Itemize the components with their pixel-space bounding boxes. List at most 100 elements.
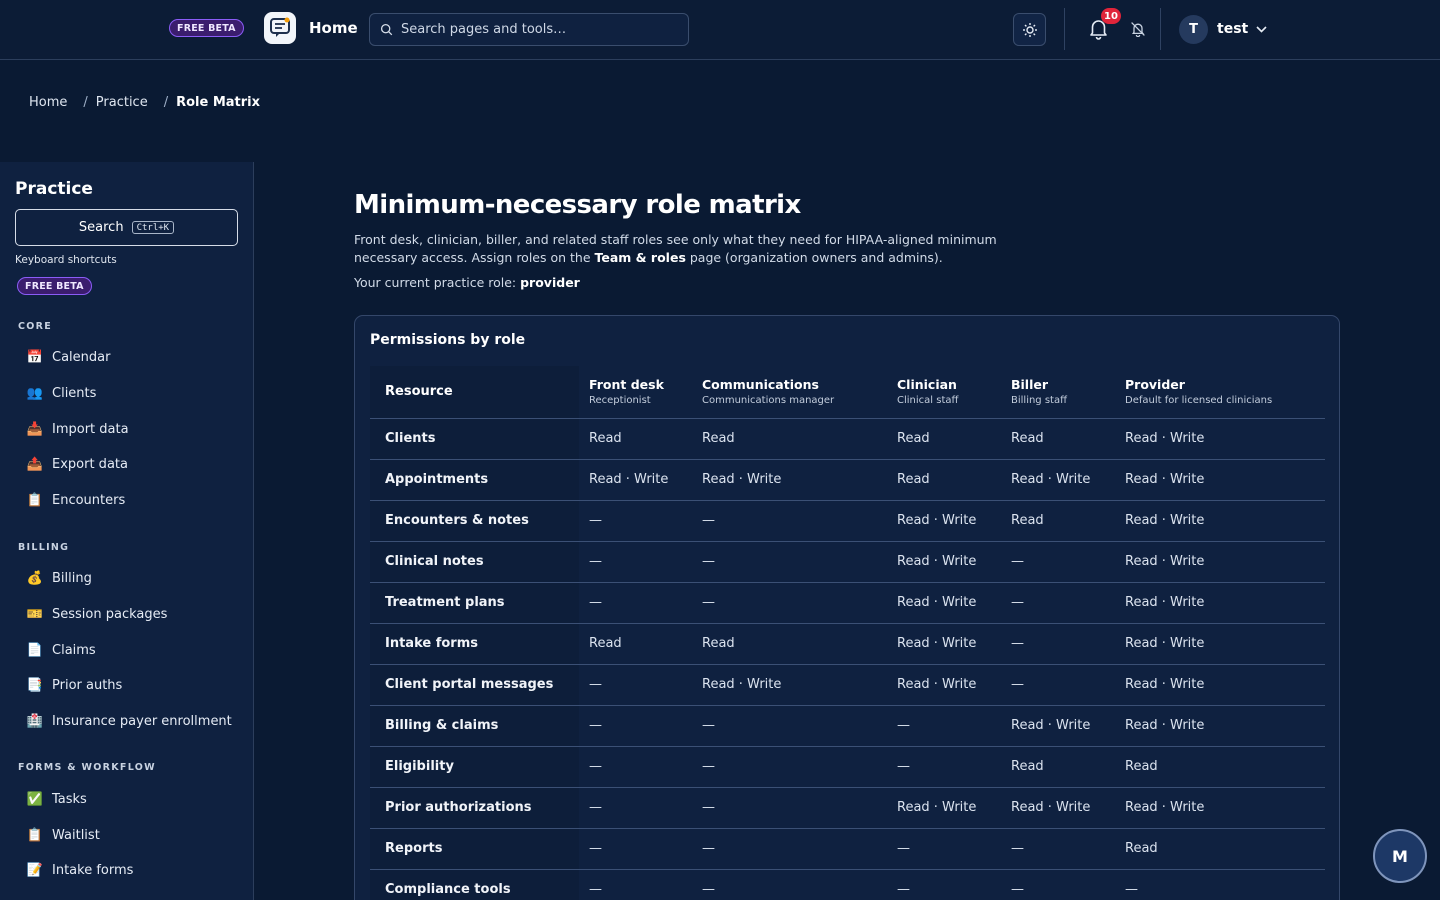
calendar-icon: 📅	[26, 349, 44, 365]
column-header-biller: Biller Billing staff	[1001, 366, 1115, 419]
sidebar-item-insurance-payer-enrollment[interactable]: 🏥 Insurance payer enrollment	[26, 710, 232, 732]
resource-cell: Encounters & notes	[370, 500, 579, 542]
breadcrumb-current: Role Matrix	[176, 95, 261, 110]
assistant-fab-button[interactable]: M	[1373, 829, 1427, 883]
permission-cell: —	[579, 746, 692, 788]
page-title: Minimum-necessary role matrix	[354, 190, 801, 220]
sidebar-item-calendar[interactable]: 📅 Calendar	[26, 346, 111, 368]
permission-cell: Read · Write	[1115, 623, 1325, 665]
sidebar-item-label: Clients	[52, 385, 97, 401]
permission-cell: Read	[887, 459, 1001, 501]
sidebar-section-billing: BILLING	[18, 542, 70, 553]
sidebar-item-clients[interactable]: 👥 Clients	[26, 382, 97, 404]
inbox-tray-icon: 📥	[26, 421, 44, 437]
permission-cell: —	[1001, 828, 1115, 870]
home-link[interactable]: Home	[309, 19, 358, 37]
permission-cell: Read · Write	[1115, 541, 1325, 583]
global-search[interactable]	[369, 13, 689, 46]
permission-cell: Read	[887, 418, 1001, 460]
search-input[interactable]	[401, 22, 671, 37]
permission-cell: Read · Write	[1001, 705, 1115, 747]
free-beta-badge: FREE BETA	[169, 19, 244, 37]
permission-cell: —	[887, 746, 1001, 788]
permission-cell: —	[692, 705, 887, 747]
sidebar-item-label: Import data	[52, 421, 129, 437]
column-subtitle: Communications manager	[702, 395, 835, 407]
permission-cell: —	[579, 582, 692, 624]
bookmark-tabs-icon: 📑	[26, 677, 44, 693]
sidebar-item-intake-forms[interactable]: 📝 Intake forms	[26, 859, 134, 881]
theme-toggle-button[interactable]	[1013, 13, 1046, 46]
resource-cell: Clinical notes	[370, 541, 579, 583]
sidebar-item-prior-auths[interactable]: 📑 Prior auths	[26, 674, 122, 696]
sidebar-item-encounters[interactable]: 📋 Encounters	[26, 489, 125, 511]
resource-cell: Billing & claims	[370, 705, 579, 747]
sidebar-item-session-packages[interactable]: 🎫 Session packages	[26, 603, 167, 625]
column-name: Clinician	[897, 377, 957, 393]
app-logo[interactable]	[264, 12, 296, 44]
permission-cell: —	[579, 541, 692, 583]
table-row: Clients Read Read Read Read Read · Write	[370, 418, 1325, 460]
sidebar-item-waitlist[interactable]: 📋 Waitlist	[26, 824, 100, 846]
breadcrumb-separator: /	[163, 95, 169, 110]
permission-cell: —	[692, 582, 887, 624]
column-header-clinician: Clinician Clinical staff	[887, 366, 1001, 419]
sidebar-section-core: CORE	[18, 321, 53, 332]
sun-icon	[1022, 22, 1037, 37]
table-header-row: Resource Front desk Receptionist Communic…	[370, 366, 1325, 419]
keyboard-shortcuts-link[interactable]: Keyboard shortcuts	[15, 254, 117, 266]
permission-cell: Read · Write	[887, 623, 1001, 665]
sidebar-item-billing[interactable]: 💰 Billing	[26, 567, 92, 589]
sidebar-search-button[interactable]: Search Ctrl+K	[15, 209, 238, 246]
keyboard-shortcut-hint: Ctrl+K	[131, 221, 175, 234]
chevron-down-icon	[1256, 25, 1267, 33]
table-row: Reports — — — — Read	[370, 828, 1325, 870]
sidebar-item-tasks[interactable]: ✅ Tasks	[26, 788, 87, 810]
permission-cell: Read · Write	[692, 664, 887, 706]
user-menu[interactable]: T test	[1179, 14, 1267, 44]
column-name: Communications	[702, 377, 819, 393]
user-name: test	[1217, 21, 1249, 37]
column-name: Biller	[1011, 377, 1049, 393]
permission-cell: Read · Write	[1115, 664, 1325, 706]
mute-notifications-button[interactable]	[1128, 19, 1148, 39]
sidebar-item-claims[interactable]: 📄 Claims	[26, 639, 96, 661]
table-row: Client portal messages — Read · Write Read …	[370, 664, 1325, 706]
sidebar-item-label: Tasks	[52, 791, 87, 807]
permission-cell: Read	[692, 418, 887, 460]
permission-cell: —	[887, 828, 1001, 870]
permission-cell: Read · Write	[1001, 459, 1115, 501]
column-subtitle: Default for licensed clinicians	[1125, 395, 1273, 407]
breadcrumb-home[interactable]: Home	[29, 95, 67, 110]
permission-cell: —	[579, 705, 692, 747]
sidebar-item-label: Claims	[52, 642, 96, 658]
sidebar-item-label: Intake forms	[52, 862, 134, 878]
permission-cell: Read	[1115, 828, 1325, 870]
column-header-communications: Communications Communications manager	[692, 366, 887, 419]
resource-cell: Appointments	[370, 459, 579, 501]
sidebar-item-import-data[interactable]: 📥 Import data	[26, 418, 129, 440]
permission-cell: —	[579, 828, 692, 870]
breadcrumb-separator: /	[83, 95, 88, 110]
table-row: Encounters & notes — — Read · Write Read Read…	[370, 500, 1325, 542]
top-bar: FREE BETA Home Search pages and tools… 1…	[0, 0, 1440, 60]
permission-cell: —	[1001, 664, 1115, 706]
notification-count-badge: 10	[1101, 8, 1121, 24]
permission-cell: —	[579, 500, 692, 542]
team-roles-link[interactable]: Team & roles	[595, 250, 686, 265]
role-matrix-body: Clients Read Read Read Read Read · Write Appoi…	[370, 418, 1325, 900]
sidebar-search-label: Search	[78, 220, 124, 235]
current-role: Your current practice role: provider	[354, 275, 580, 290]
avatar: T	[1179, 14, 1208, 44]
people-icon: 👥	[26, 385, 44, 401]
resource-cell: Reports	[370, 828, 579, 870]
resource-cell: Clients	[370, 418, 579, 460]
sidebar-item-label: Encounters	[52, 492, 126, 508]
sidebar-section-forms-workflow: FORMS & WORKFLOW	[18, 762, 156, 773]
breadcrumb-practice[interactable]: Practice	[96, 95, 148, 110]
outbox-tray-icon: 📤	[26, 456, 44, 472]
current-role-label: Your current practice role:	[354, 275, 521, 290]
sidebar-item-label: Export data	[52, 456, 128, 472]
resource-cell: Prior authorizations	[370, 787, 579, 829]
sidebar-item-export-data[interactable]: 📤 Export data	[26, 453, 128, 475]
